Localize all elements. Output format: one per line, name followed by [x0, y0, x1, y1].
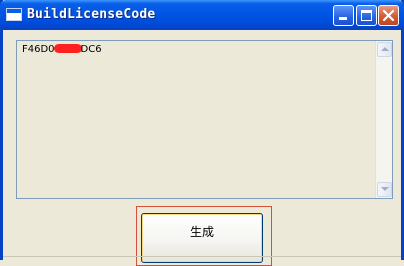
chevron-up-icon: [381, 47, 389, 51]
scroll-down-button[interactable]: [377, 182, 392, 197]
window-bottom-edge: [3, 256, 401, 257]
minimize-icon: [339, 17, 347, 20]
license-code-suffix: DC6: [80, 44, 102, 55]
license-code-output[interactable]: F46D0 DC6: [16, 40, 393, 199]
app-window: BuildLicenseCode F46D0 DC6 生成: [0, 0, 404, 266]
maximize-button[interactable]: [356, 5, 377, 26]
license-code-prefix: F46D0: [22, 44, 55, 55]
app-window-icon[interactable]: [6, 8, 22, 21]
license-code-text: F46D0 DC6: [22, 44, 102, 55]
window-title: BuildLicenseCode: [27, 7, 156, 22]
generate-button-label: 生成: [189, 225, 214, 239]
title-bar[interactable]: BuildLicenseCode: [0, 0, 404, 30]
scroll-up-button[interactable]: [377, 42, 392, 57]
chevron-down-icon: [381, 187, 389, 191]
vertical-scrollbar[interactable]: [375, 41, 392, 198]
close-icon: [382, 9, 395, 22]
redaction-mark: [53, 44, 82, 53]
maximize-icon: [361, 10, 372, 21]
close-button[interactable]: [378, 5, 399, 26]
minimize-button[interactable]: [333, 5, 354, 26]
